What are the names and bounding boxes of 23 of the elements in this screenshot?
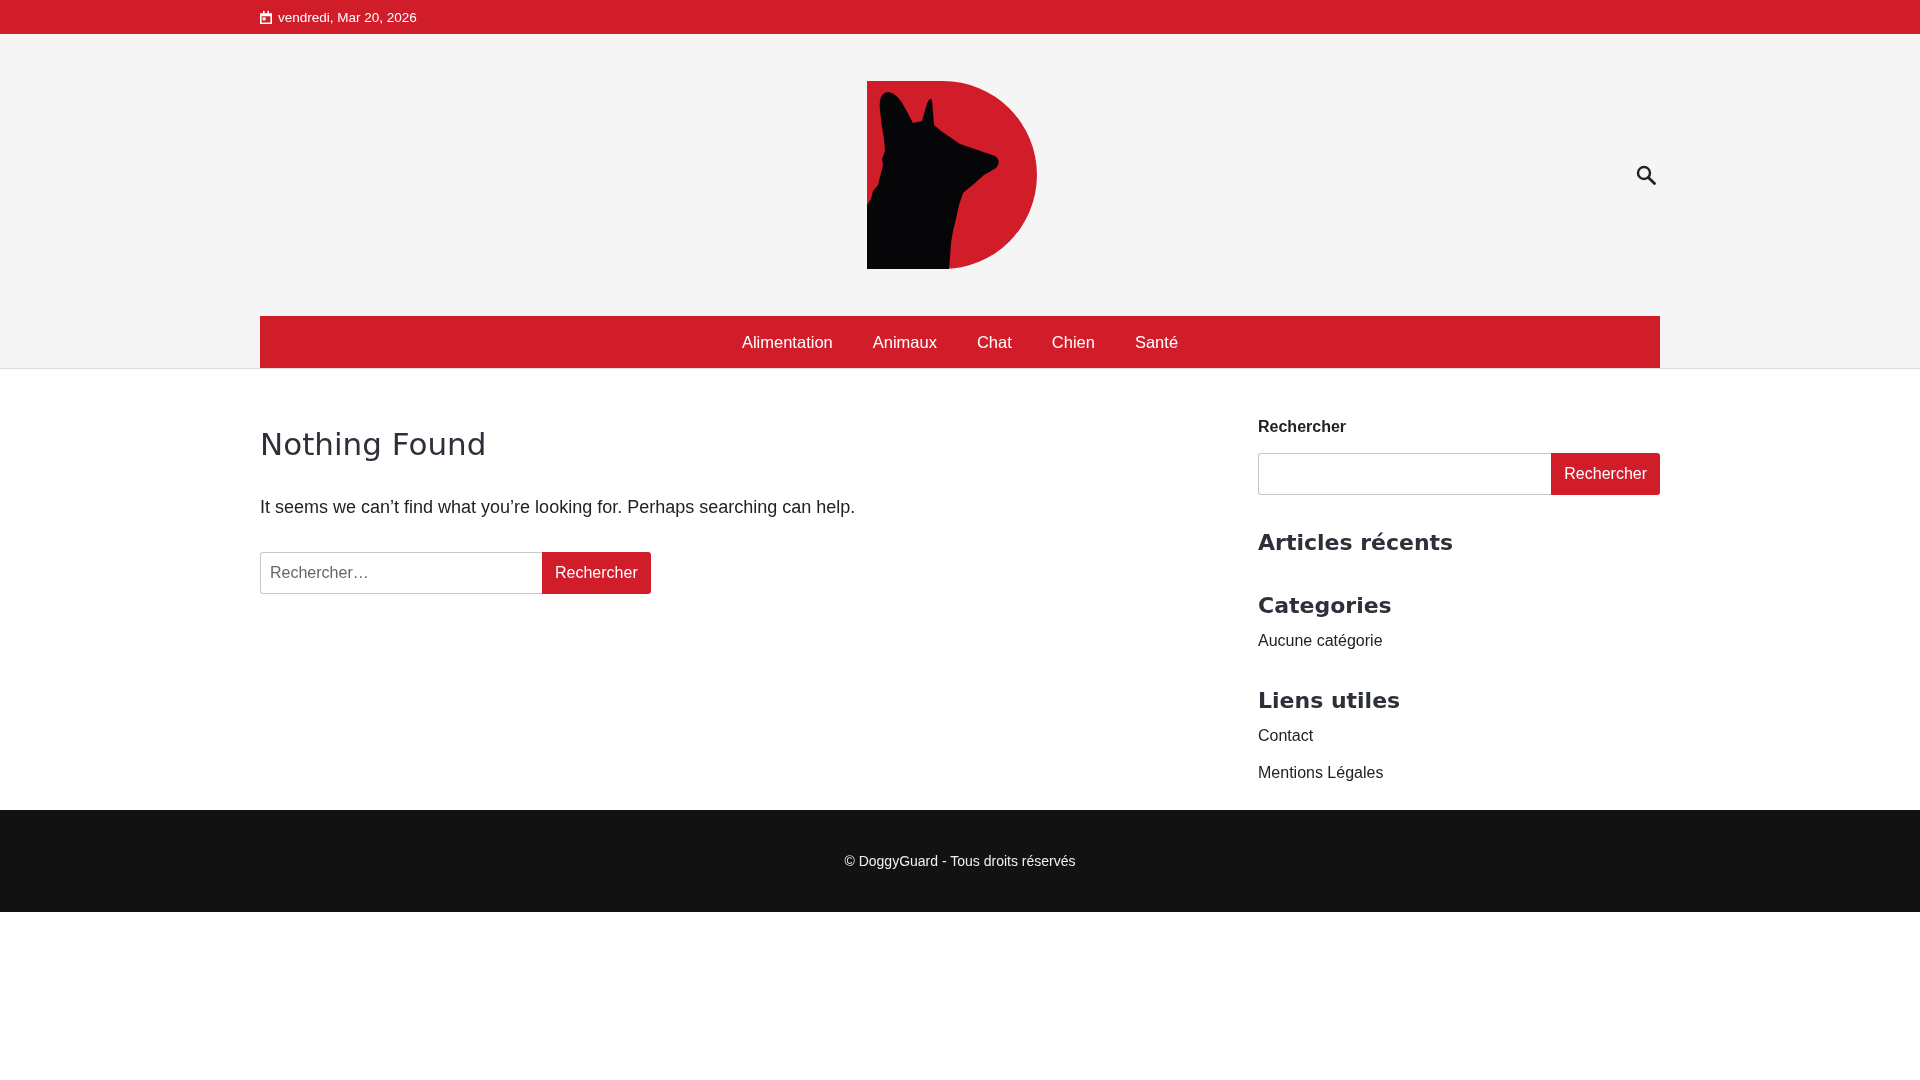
- widget-link[interactable]: Aucune catégorie: [1258, 629, 1383, 653]
- nav-link[interactable]: Animaux: [852, 316, 957, 368]
- dog-logo[interactable]: [867, 81, 1037, 269]
- calendar-icon: [260, 10, 272, 24]
- search-icon[interactable]: [1636, 165, 1656, 185]
- copyright-text: © DoggyGuard - Tous droits réservés: [844, 853, 1076, 869]
- widget-title: Categories: [1258, 592, 1393, 620]
- search-field[interactable]: [1258, 453, 1552, 495]
- nav-link[interactable]: Chien: [1031, 316, 1115, 368]
- widget-link[interactable]: Mentions Légales: [1258, 761, 1384, 785]
- widget-title: Articles récents: [1258, 529, 1455, 557]
- search-field[interactable]: Rechercher…: [260, 552, 542, 594]
- search-button[interactable]: Rechercher: [1551, 453, 1660, 495]
- nav-link[interactable]: Chat: [956, 316, 1032, 368]
- nav-link[interactable]: Alimentation: [721, 316, 853, 368]
- date-text: vendredi, Mar 20, 2026: [278, 9, 417, 25]
- message-text: It seems we can’t find what you’re looking for. Perhaps searching can help.: [260, 496, 857, 519]
- widget-link[interactable]: Contact: [1258, 724, 1314, 748]
- page-title: Nothing Found: [260, 425, 488, 464]
- search-label: Rechercher: [1258, 417, 1348, 437]
- nav-link[interactable]: Santé: [1114, 316, 1199, 368]
- search-button[interactable]: Rechercher: [542, 552, 651, 594]
- widget-title: Liens utiles: [1258, 687, 1402, 715]
